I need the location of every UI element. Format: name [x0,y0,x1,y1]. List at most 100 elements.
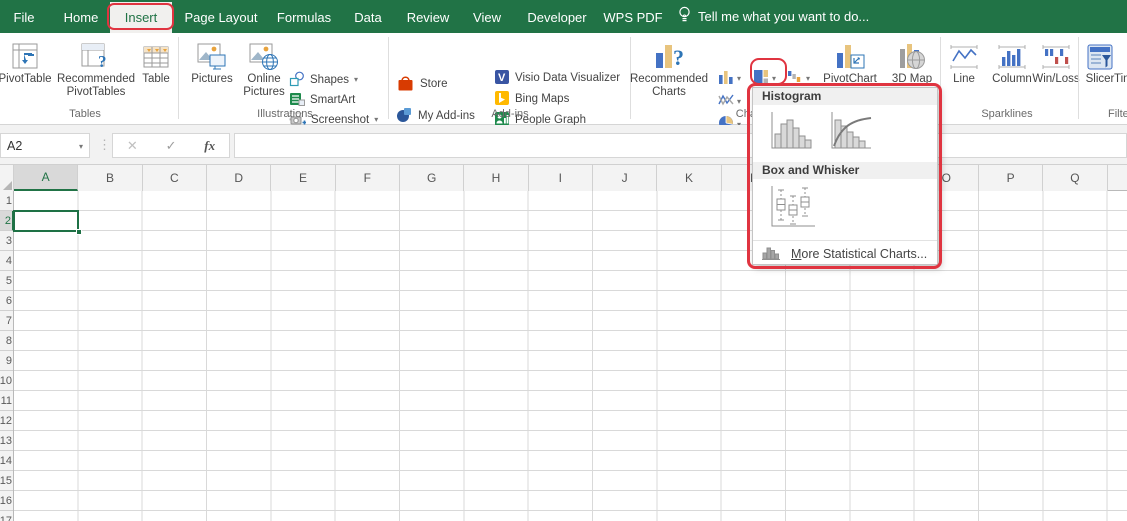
online-pictures-icon [249,35,279,73]
tab-file[interactable]: File [0,2,48,33]
enter-icon[interactable]: ✓ [166,138,177,154]
column-header[interactable]: H [464,165,529,191]
sparkline-column-button[interactable]: Column [988,35,1036,86]
row-header[interactable]: 10 [0,371,13,391]
pivotchart-button[interactable]: PivotChart [820,35,880,86]
timeline-button[interactable]: Timeline [1112,35,1127,86]
column-header[interactable]: D [206,165,272,191]
tab-review[interactable]: Review [398,2,458,33]
box-whisker-chart-option[interactable] [765,182,817,237]
tab-wps-pdf[interactable]: WPS PDF [600,2,666,33]
fill-handle[interactable] [76,229,82,235]
pivottable-icon [10,35,40,73]
tab-view[interactable]: View [462,2,512,33]
online-pictures-button[interactable]: Online Pictures [238,35,290,99]
insert-hierarchy-chart-button[interactable]: ▾ [753,69,776,89]
visio-data-visualizer-button[interactable]: V Visio Data Visualizer [494,69,620,87]
insert-function-icon[interactable]: fx [204,138,215,154]
row-header[interactable]: 15 [0,471,13,491]
column-header[interactable]: C [142,165,207,191]
3d-map-button[interactable]: 3D Map [890,35,934,86]
shapes-dropdown-arrow[interactable]: ▾ [354,76,358,84]
row-header[interactable]: 2 [0,211,14,231]
column-header[interactable]: F [335,165,400,191]
column-chart-dropdown-arrow[interactable]: ▾ [737,75,741,83]
smartart-icon [289,91,305,110]
recommended-charts-button[interactable]: ? Recommended Charts [630,35,708,99]
row-header[interactable]: 8 [0,331,13,351]
table-label: Table [142,73,170,85]
store-icon [396,74,415,95]
row-header[interactable]: 17 [0,511,13,521]
tab-insert[interactable]: Insert [110,2,172,33]
smartart-button[interactable]: SmartArt [289,91,355,109]
row-header[interactable]: 4 [0,251,13,271]
tab-developer[interactable]: Developer [518,2,596,33]
active-cell-selection[interactable] [13,210,79,232]
shapes-button[interactable]: Shapes ▾ [289,71,358,89]
pareto-chart-option[interactable] [825,108,873,159]
row-header[interactable]: 6 [0,291,13,311]
tab-formulas[interactable]: Formulas [268,2,340,33]
line-chart-dropdown-arrow[interactable]: ▾ [737,98,741,106]
row-header[interactable]: 11 [0,391,13,411]
tell-me-box[interactable]: Tell me what you want to do... [678,0,869,33]
column-chart-icon [718,69,734,90]
pivottable-label: PivotTable [0,73,52,85]
my-add-ins-icon [396,107,413,126]
sheet-grid[interactable] [14,191,1127,521]
table-button[interactable]: Table [130,35,182,86]
row-header[interactable]: 14 [0,451,13,471]
sparkline-column-icon [996,35,1028,73]
screenshot-dropdown-arrow[interactable]: ▾ [374,116,378,124]
row-header[interactable]: 13 [0,431,13,451]
row-header[interactable]: 7 [0,311,13,331]
recommended-pivottables-icon: ? [80,35,112,73]
column-header[interactable]: I [528,165,593,191]
pictures-button[interactable]: Pictures [186,35,238,86]
formula-bar-grip[interactable]: ⋮ [98,137,111,153]
row-header[interactable]: 3 [0,231,13,251]
histogram-chart-option[interactable] [765,108,813,159]
group-divider [940,37,941,119]
recommended-pivottables-button[interactable]: ? Recommended PivotTables [50,35,142,99]
cancel-icon[interactable]: ✕ [127,138,138,154]
bing-maps-button[interactable]: Bing Maps [494,90,569,108]
insert-waterfall-chart-button[interactable]: ▾ [787,69,810,89]
column-header[interactable]: P [978,165,1044,191]
row-header[interactable]: 16 [0,491,13,511]
timeline-label: Timeline [1114,73,1127,85]
formula-input[interactable] [234,133,1127,158]
table-icon [142,35,170,73]
tab-home[interactable]: Home [55,2,107,33]
column-header[interactable]: J [592,165,658,191]
statistic-chart-menu: Histogram Box and Whisker More Statistic… [752,87,938,265]
hierarchy-chart-dropdown-arrow[interactable]: ▾ [772,75,776,83]
select-all-corner[interactable] [0,165,14,191]
column-header[interactable]: E [271,165,336,191]
insert-column-chart-button[interactable]: ▾ [718,69,741,89]
column-header[interactable]: A [14,165,79,191]
waterfall-chart-dropdown-arrow[interactable]: ▾ [806,75,810,83]
store-button[interactable]: Store [396,75,448,93]
column-headers: ABCDEFGHIJKLMNOPQ [0,165,1127,191]
column-header[interactable]: Q [1043,165,1108,191]
sparkline-winloss-button[interactable]: Win/Loss [1032,35,1080,86]
column-header[interactable]: B [78,165,143,191]
more-statistical-charts-item[interactable]: More Statistical Charts... [753,240,937,266]
column-header[interactable]: K [657,165,722,191]
sparkline-line-button[interactable]: Line [944,35,984,86]
formula-bar-strip: A2 ▾ ⋮ ✕ ✓ fx [0,125,1127,165]
tab-data[interactable]: Data [344,2,392,33]
row-header[interactable]: 5 [0,271,13,291]
more-statistical-charts-label: More Statistical Charts... [791,246,928,261]
row-header[interactable]: 9 [0,351,13,371]
name-box[interactable]: A2 ▾ [0,133,90,158]
name-box-dropdown-arrow[interactable]: ▾ [79,143,83,151]
column-header[interactable]: G [399,165,465,191]
row-header[interactable]: 12 [0,411,13,431]
slicer-icon [1086,35,1114,73]
row-header[interactable]: 1 [0,191,13,211]
tab-page-layout[interactable]: Page Layout [178,2,264,33]
group-divider [1078,37,1079,119]
